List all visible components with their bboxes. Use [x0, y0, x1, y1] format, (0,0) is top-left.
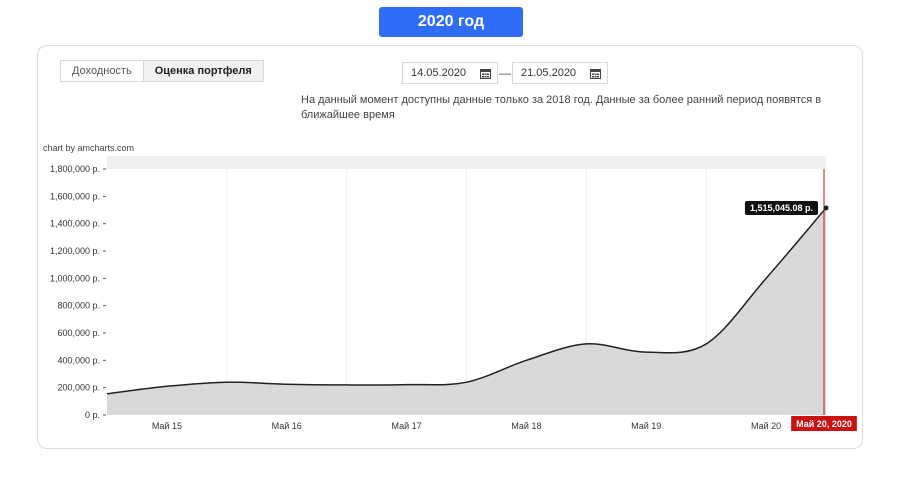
y-tick-label: 1,600,000 р. — [50, 191, 100, 201]
x-axis: Май 15 Май 16 Май 17 Май 18 Май 19 Май 20 — [152, 421, 781, 431]
y-axis: 0 р. 200,000 р. 400,000 р. 600,000 р. 800,00… — [50, 164, 106, 420]
x-tick-label: Май 19 — [631, 421, 661, 431]
x-tick-label: Май 20 — [751, 421, 781, 431]
portfolio-value-chart: 0 р. 200,000 р. 400,000 р. 600,000 р. 800,00… — [50, 156, 857, 431]
scrollbar[interactable] — [107, 156, 826, 169]
y-tick-label: 1,000,000 р. — [50, 273, 100, 283]
y-tick-label: 800,000 р. — [57, 301, 100, 311]
x-tick-label: Май 15 — [152, 421, 182, 431]
y-tick-label: 400,000 р. — [57, 355, 100, 365]
y-tick-label: 1,200,000 р. — [50, 246, 100, 256]
y-tick-label: 200,000 р. — [57, 383, 100, 393]
date-cursor-label: Май 20, 2020 — [791, 416, 857, 431]
last-point — [823, 205, 829, 211]
x-tick-label: Май 18 — [511, 421, 541, 431]
chart-panel: Доходность Оценка портфеля 14.05.2020 — … — [37, 45, 863, 449]
y-tick-label: 0 р. — [85, 410, 100, 420]
date-cursor-label-text: Май 20, 2020 — [796, 419, 852, 429]
value-tooltip: 1,515,045.08 р. — [744, 200, 818, 215]
year-button[interactable]: 2020 год — [379, 7, 523, 37]
x-tick-label: Май 17 — [392, 421, 422, 431]
y-tick-label: 1,400,000 р. — [50, 219, 100, 229]
x-tick-label: Май 16 — [272, 421, 302, 431]
y-tick-label: 600,000 р. — [57, 328, 100, 338]
value-tooltip-text: 1,515,045.08 р. — [750, 203, 813, 213]
y-tick-label: 1,800,000 р. — [50, 164, 100, 174]
